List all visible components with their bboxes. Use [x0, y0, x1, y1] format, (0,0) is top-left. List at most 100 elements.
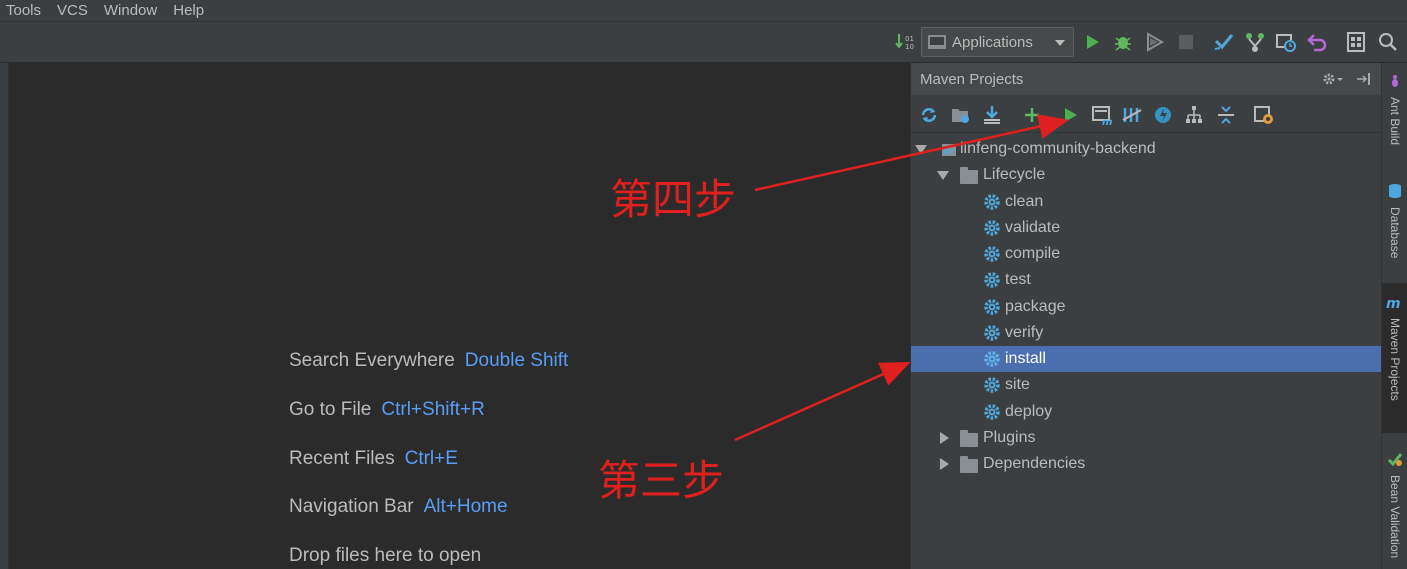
phase-label: package — [1005, 298, 1066, 315]
show-dependencies-icon[interactable] — [1182, 103, 1206, 127]
gear-icon — [983, 219, 1001, 237]
tab-label: Bean Validation — [1388, 475, 1402, 559]
search-icon[interactable] — [1376, 30, 1400, 54]
tab-label: Maven Projects — [1388, 318, 1402, 401]
phase-label: site — [1005, 376, 1030, 393]
menu-window[interactable]: Window — [104, 2, 157, 19]
execute-maven-goal-icon[interactable]: m — [1090, 103, 1114, 127]
phase-label: clean — [1005, 193, 1044, 210]
tab-maven-projects[interactable]: m Maven Projects — [1382, 283, 1407, 433]
run-button[interactable] — [1080, 30, 1104, 54]
lifecycle-phase-package[interactable]: package — [911, 294, 1382, 320]
project-structure-icon[interactable] — [1344, 30, 1368, 54]
vcs-commit-icon[interactable] — [1243, 30, 1267, 54]
database-icon — [1387, 183, 1403, 203]
lifecycle-phase-verify[interactable]: verify — [911, 320, 1382, 346]
phase-label: compile — [1005, 245, 1061, 262]
tab-bean-validation[interactable]: Bean Validation — [1382, 451, 1407, 569]
lifecycle-folder-icon — [960, 167, 978, 184]
lifecycle-phase-test[interactable]: test — [911, 267, 1382, 293]
toggle-offline-mode-icon[interactable] — [1120, 103, 1144, 127]
revert-icon[interactable] — [1305, 30, 1329, 54]
reimport-icon[interactable] — [917, 103, 941, 127]
hint-key: Alt+Home — [423, 496, 508, 517]
coverage-button[interactable] — [1142, 30, 1166, 54]
lifecycle-phase-install[interactable]: install — [911, 346, 1382, 372]
expand-arrow-icon[interactable] — [940, 432, 949, 444]
lifecycle-phase-site[interactable]: site — [911, 372, 1382, 398]
phase-label: install — [1005, 350, 1046, 367]
bean-validation-icon — [1387, 451, 1403, 471]
hint-key: Ctrl+E — [404, 448, 458, 469]
tree-node-dependencies[interactable]: Dependencies — [911, 451, 1382, 477]
sort-icon[interactable]: 01 10 — [893, 30, 917, 54]
gear-icon — [983, 403, 1001, 421]
dependencies-folder-icon — [960, 456, 978, 473]
hint-key: Ctrl+Shift+R — [381, 399, 485, 420]
editor-empty-area — [9, 63, 910, 569]
hide-panel-icon[interactable] — [1355, 70, 1373, 92]
expand-arrow-icon[interactable] — [937, 171, 949, 180]
maven-projects-panel: Maven Projects m m linfeng-community-bac… — [910, 63, 1382, 569]
lifecycle-phase-deploy[interactable]: deploy — [911, 399, 1382, 425]
phase-label: validate — [1005, 219, 1061, 236]
maven-toolbar: m — [911, 97, 1382, 133]
tab-label: Ant Build — [1388, 97, 1402, 146]
menu-vcs[interactable]: VCS — [57, 2, 88, 19]
run-maven-build-button[interactable] — [1058, 103, 1082, 127]
svg-text:01: 01 — [905, 35, 914, 43]
download-sources-icon[interactable] — [980, 103, 1004, 127]
expand-arrow-icon[interactable] — [915, 145, 927, 154]
project-name: linfeng-community-backend — [960, 140, 1156, 157]
add-maven-project-icon[interactable] — [1020, 103, 1044, 127]
menu-bar: Tools VCS Window Help — [0, 0, 1407, 22]
annotation-step4: 第四步 — [610, 175, 737, 224]
vcs-update-icon[interactable] — [1212, 30, 1236, 54]
lifecycle-phase-compile[interactable]: compile — [911, 241, 1382, 267]
phase-label: test — [1005, 271, 1031, 288]
svg-text:10: 10 — [905, 43, 914, 51]
maven-panel-header: Maven Projects — [911, 63, 1382, 95]
hint-recent-files: Recent Files Ctrl+E — [289, 448, 458, 470]
hint-key: Double Shift — [464, 350, 569, 371]
settings-gear-icon[interactable] — [1321, 70, 1343, 92]
run-config-selector[interactable]: Applications — [921, 27, 1074, 57]
svg-text:m: m — [1102, 117, 1112, 126]
tree-node-project[interactable]: m linfeng-community-backend — [911, 136, 1382, 162]
hint-label: Go to File — [289, 399, 372, 420]
hint-drop-files: Drop files here to open — [289, 545, 481, 567]
menu-tools[interactable]: Tools — [6, 2, 41, 19]
gear-icon — [983, 376, 1001, 394]
history-icon[interactable] — [1274, 30, 1298, 54]
lifecycle-phase-clean[interactable]: clean — [911, 189, 1382, 215]
gear-icon — [983, 298, 1001, 316]
svg-text:m: m — [943, 146, 953, 157]
stop-button[interactable] — [1174, 30, 1198, 54]
gear-icon — [983, 324, 1001, 342]
tab-database[interactable]: Database — [1382, 183, 1407, 273]
hint-label: Search Everywhere — [289, 350, 455, 371]
tree-node-plugins[interactable]: Plugins — [911, 425, 1382, 451]
generate-sources-icon[interactable] — [949, 103, 973, 127]
menu-help[interactable]: Help — [173, 2, 204, 19]
hint-label: Recent Files — [289, 448, 395, 469]
gear-icon — [983, 245, 1001, 263]
main-toolbar: 01 10 Applications — [0, 22, 1407, 63]
maven-panel-title: Maven Projects — [920, 70, 1024, 88]
hint-search-everywhere: Search Everywhere Double Shift — [289, 350, 568, 372]
plugins-label: Plugins — [983, 429, 1036, 446]
maven-settings-icon[interactable] — [1252, 103, 1276, 127]
collapse-all-icon[interactable] — [1214, 103, 1238, 127]
chevron-down-icon — [1055, 40, 1065, 46]
maven-icon: m — [1386, 295, 1404, 314]
expand-arrow-icon[interactable] — [940, 458, 949, 470]
tree-node-lifecycle[interactable]: Lifecycle — [911, 162, 1382, 188]
hint-go-to-file: Go to File Ctrl+Shift+R — [289, 399, 485, 421]
tab-ant-build[interactable]: Ant Build — [1382, 73, 1407, 173]
skip-tests-icon[interactable] — [1151, 103, 1175, 127]
phase-label: deploy — [1005, 403, 1053, 420]
left-tool-strip — [0, 63, 9, 569]
lifecycle-phase-validate[interactable]: validate — [911, 215, 1382, 241]
application-icon — [928, 35, 946, 49]
debug-button[interactable] — [1111, 30, 1135, 54]
